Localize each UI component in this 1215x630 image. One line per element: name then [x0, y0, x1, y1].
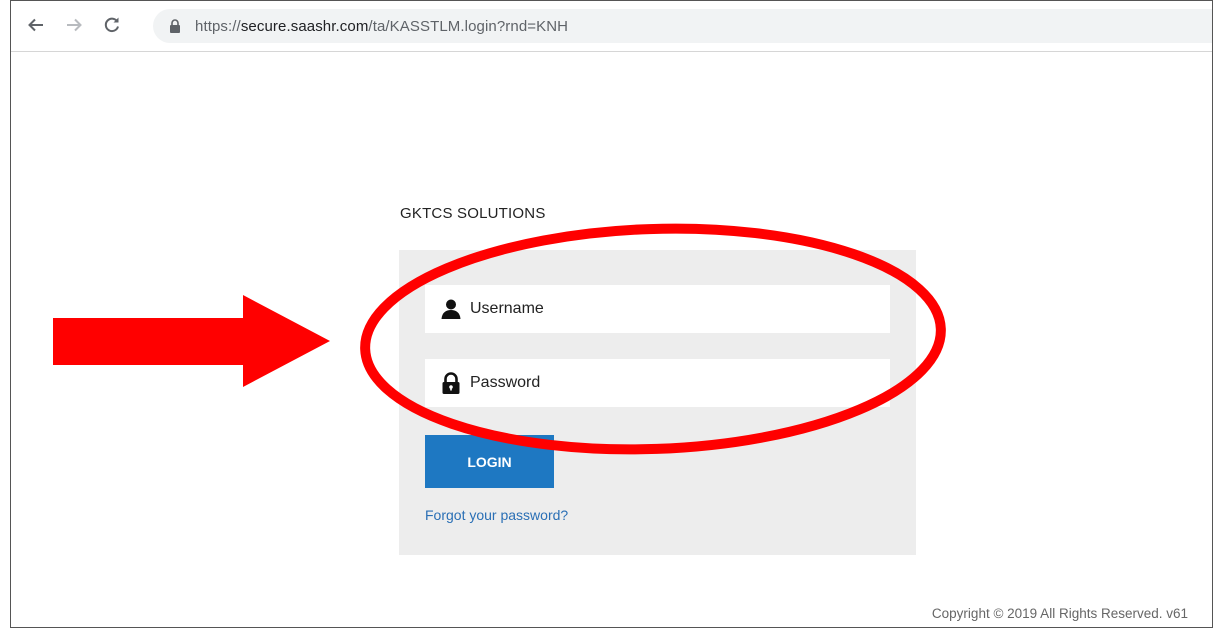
login-button[interactable]: LOGIN: [425, 435, 554, 488]
forgot-password-link[interactable]: Forgot your password?: [425, 507, 568, 523]
username-placeholder: Username: [470, 300, 544, 317]
copyright-text: Copyright © 2019 All Rights Reserved. v6…: [931, 606, 1188, 621]
forward-button[interactable]: [61, 12, 87, 38]
reload-icon: [104, 17, 119, 33]
username-field[interactable]: Username: [425, 285, 890, 333]
padlock-icon: [440, 372, 462, 394]
url-text: https://secure.saashr.com/ta/KASSTLM.log…: [195, 18, 568, 35]
company-name: GKTCS SOLUTIONS: [400, 205, 546, 222]
forward-icon: [67, 18, 82, 32]
url-path: /ta/KASSTLM.login?rnd=KNH: [368, 17, 569, 35]
back-button[interactable]: [23, 12, 49, 38]
url-host: secure.saashr.com: [240, 17, 369, 35]
lock-icon: [169, 19, 181, 33]
back-icon: [28, 18, 43, 32]
password-placeholder: Password: [470, 374, 541, 391]
address-bar[interactable]: https://secure.saashr.com/ta/KASSTLM.log…: [153, 9, 1212, 43]
reload-button[interactable]: [99, 12, 125, 38]
password-field[interactable]: Password: [425, 359, 890, 407]
url-protocol: https://: [195, 17, 241, 35]
browser-toolbar: https://secure.saashr.com/ta/KASSTLM.log…: [11, 1, 1212, 52]
user-icon: [440, 298, 462, 320]
login-panel: Username Password LOGIN Forgot your pass…: [399, 250, 916, 555]
